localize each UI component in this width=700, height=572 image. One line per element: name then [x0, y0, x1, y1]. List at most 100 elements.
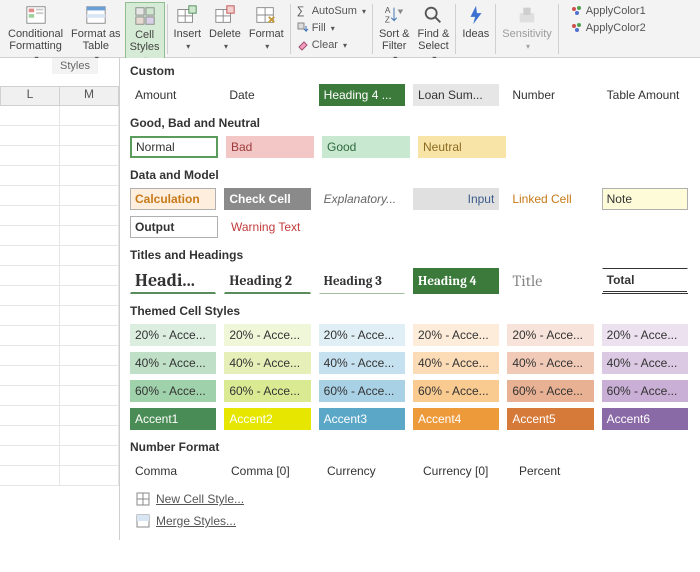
style-heading3[interactable]: Heading 3 — [319, 268, 405, 294]
style-accent6-60[interactable]: 60% - Acce... — [602, 380, 688, 402]
apply-color1-button[interactable]: ApplyColor1 — [567, 2, 650, 19]
style-bad[interactable]: Bad — [226, 136, 314, 158]
cell-styles-gallery: Custom Amount Date Heading 4 ... Loan Su… — [120, 58, 700, 540]
section-good-bad-neutral: Good, Bad and Neutral — [130, 116, 688, 130]
svg-text:A: A — [385, 6, 391, 15]
style-accent1-60[interactable]: 60% - Acce... — [130, 380, 216, 402]
grid-row[interactable] — [0, 146, 119, 166]
grid-row[interactable] — [0, 426, 119, 446]
style-heading4-custom[interactable]: Heading 4 ... — [319, 84, 405, 106]
style-accent3-60[interactable]: 60% - Acce... — [319, 380, 405, 402]
style-accent2-40[interactable]: 40% - Acce... — [224, 352, 310, 374]
svg-text:Z: Z — [385, 15, 390, 24]
style-accent5-20[interactable]: 20% - Acce... — [507, 324, 593, 346]
style-warning-text[interactable]: Warning Text — [226, 216, 314, 238]
style-accent3[interactable]: Accent3 — [319, 408, 405, 430]
style-calculation[interactable]: Calculation — [130, 188, 216, 210]
new-cell-style-button[interactable]: New Cell Style... — [126, 488, 692, 510]
grid-row[interactable] — [0, 346, 119, 366]
style-explanatory[interactable]: Explanatory... — [319, 188, 405, 210]
style-comma0[interactable]: Comma [0] — [226, 460, 314, 482]
grid-row[interactable] — [0, 406, 119, 426]
style-loan-summary[interactable]: Loan Sum... — [413, 84, 499, 106]
style-accent3-20[interactable]: 20% - Acce... — [319, 324, 405, 346]
style-currency0[interactable]: Currency [0] — [418, 460, 506, 482]
grid-row[interactable] — [0, 206, 119, 226]
grid-row[interactable] — [0, 246, 119, 266]
style-accent2-60[interactable]: 60% - Acce... — [224, 380, 310, 402]
style-accent4-60[interactable]: 60% - Acce... — [413, 380, 499, 402]
style-table-amount[interactable]: Table Amount — [602, 84, 688, 106]
style-amount[interactable]: Amount — [130, 84, 216, 106]
format-button[interactable]: Format — [245, 2, 288, 54]
grid-row[interactable] — [0, 386, 119, 406]
sigma-icon: ∑ — [297, 5, 309, 17]
column-header-L[interactable]: L — [0, 86, 60, 106]
style-accent1-20[interactable]: 20% - Acce... — [130, 324, 216, 346]
style-accent4[interactable]: Accent4 — [413, 408, 499, 430]
format-as-table-button[interactable]: Format as Table — [67, 2, 125, 66]
sensitivity-button[interactable]: Sensitivity — [498, 2, 556, 54]
style-accent5-40[interactable]: 40% - Acce... — [507, 352, 593, 374]
style-accent5-60[interactable]: 60% - Acce... — [507, 380, 593, 402]
conditional-formatting-button[interactable]: Conditional Formatting — [4, 2, 67, 66]
style-heading4[interactable]: Heading 4 — [413, 268, 499, 294]
palette-icon — [571, 5, 583, 17]
grid-row[interactable] — [0, 366, 119, 386]
grid-row[interactable] — [0, 326, 119, 346]
grid-row[interactable] — [0, 266, 119, 286]
grid-row[interactable] — [0, 106, 119, 126]
style-accent2[interactable]: Accent2 — [224, 408, 310, 430]
clear-button[interactable]: Clear — [293, 36, 370, 53]
grid-row[interactable] — [0, 186, 119, 206]
style-heading2[interactable]: Heading 2 — [224, 268, 310, 294]
grid-row[interactable] — [0, 446, 119, 466]
grid-row[interactable] — [0, 306, 119, 326]
style-number[interactable]: Number — [507, 84, 593, 106]
style-check-cell[interactable]: Check Cell — [224, 188, 310, 210]
merge-styles-button[interactable]: Merge Styles... — [126, 510, 692, 532]
style-neutral[interactable]: Neutral — [418, 136, 506, 158]
section-themed: Themed Cell Styles — [130, 304, 688, 318]
style-accent2-20[interactable]: 20% - Acce... — [224, 324, 310, 346]
grid-row[interactable] — [0, 466, 119, 486]
style-accent4-40[interactable]: 40% - Acce... — [413, 352, 499, 374]
style-output[interactable]: Output — [130, 216, 218, 238]
style-accent1-40[interactable]: 40% - Acce... — [130, 352, 216, 374]
grid-row[interactable] — [0, 286, 119, 306]
style-percent[interactable]: Percent — [514, 460, 602, 482]
style-note[interactable]: Note — [602, 188, 688, 210]
style-currency[interactable]: Currency — [322, 460, 410, 482]
sort-filter-button[interactable]: AZ Sort & Filter — [375, 2, 414, 66]
ideas-button[interactable]: Ideas — [458, 2, 493, 42]
insert-button[interactable]: Insert — [170, 2, 206, 54]
style-good[interactable]: Good — [322, 136, 410, 158]
style-accent6[interactable]: Accent6 — [602, 408, 688, 430]
style-linked-cell[interactable]: Linked Cell — [507, 188, 593, 210]
grid-row[interactable] — [0, 166, 119, 186]
magnifier-icon — [422, 4, 444, 26]
find-select-button[interactable]: Find & Select — [414, 2, 454, 66]
style-normal[interactable]: Normal — [130, 136, 218, 158]
worksheet-grid[interactable]: L M — [0, 58, 120, 540]
style-accent1[interactable]: Accent1 — [130, 408, 216, 430]
style-input[interactable]: Input — [413, 188, 499, 210]
autosum-button[interactable]: ∑AutoSum — [293, 2, 370, 19]
fill-button[interactable]: Fill — [293, 19, 370, 36]
style-accent6-40[interactable]: 40% - Acce... — [602, 352, 688, 374]
style-accent3-40[interactable]: 40% - Acce... — [319, 352, 405, 374]
style-date[interactable]: Date — [224, 84, 310, 106]
style-accent6-20[interactable]: 20% - Acce... — [602, 324, 688, 346]
style-total[interactable]: Total — [602, 268, 688, 294]
style-accent5[interactable]: Accent5 — [507, 408, 593, 430]
grid-row[interactable] — [0, 126, 119, 146]
style-heading1[interactable]: Headi... — [130, 268, 216, 294]
section-data-model: Data and Model — [130, 168, 688, 182]
grid-row[interactable] — [0, 226, 119, 246]
apply-color2-button[interactable]: ApplyColor2 — [567, 19, 650, 36]
column-header-M[interactable]: M — [60, 86, 119, 106]
delete-button[interactable]: Delete — [205, 2, 245, 54]
style-accent4-20[interactable]: 20% - Acce... — [413, 324, 499, 346]
style-title[interactable]: Title — [507, 268, 593, 294]
style-comma[interactable]: Comma — [130, 460, 218, 482]
